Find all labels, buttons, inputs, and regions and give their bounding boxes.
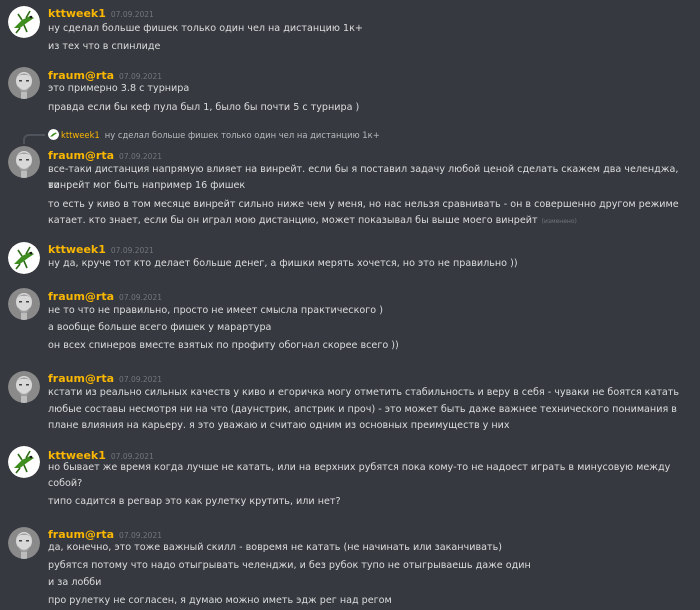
- message-text: ну сделал больше фишек только один чел н…: [48, 23, 363, 34]
- grasshopper-avatar-icon[interactable]: [8, 446, 40, 478]
- grasshopper-avatar-icon[interactable]: [8, 242, 40, 274]
- message-text: кстати из реально сильных качеств у киво…: [48, 387, 680, 398]
- message-timestamp: 07.09.2021: [119, 72, 162, 81]
- message-author[interactable]: fraum@rta: [48, 372, 114, 385]
- message-text: ну да, круче тот кто делает больше денег…: [48, 258, 518, 269]
- message-text: не то что не правильно, просто не имеет …: [48, 305, 383, 316]
- grasshopper-avatar-icon: [48, 129, 59, 140]
- statue-avatar-icon[interactable]: [8, 67, 40, 99]
- message-text: собой?: [48, 478, 83, 489]
- message-text-span: катает. кто знает, если бы он играл мою …: [48, 215, 538, 226]
- message-text: рубятся потому что надо отыгрывать челен…: [48, 560, 531, 571]
- reply-text: ну сделал больше фишек только один чел н…: [104, 130, 380, 140]
- message-text: любые составы несмотря ни на что (даунст…: [48, 404, 677, 415]
- message-text: но бывает же время когда лучше не катать…: [48, 462, 671, 473]
- message-text: из тех что в спинлиде: [48, 41, 161, 52]
- message-text: правда если бы кеф пула был 1, было бы п…: [48, 102, 360, 113]
- message-text: он всех спинеров вместе взятых по профит…: [48, 340, 399, 351]
- grasshopper-avatar-icon[interactable]: [8, 6, 40, 38]
- statue-avatar-icon[interactable]: [8, 371, 40, 403]
- message-text: катает. кто знает, если бы он играл мою …: [48, 213, 688, 230]
- message-timestamp: 07.09.2021: [119, 531, 162, 540]
- chat-messages: kttweek1 07.09.2021 ну сделал больше фише…: [0, 0, 700, 610]
- message-text: винрейт мог быть например 16 фишек: [48, 180, 246, 191]
- message-text: плане влияния на карьеру. я это уважаю и…: [48, 420, 510, 431]
- statue-avatar-icon[interactable]: [8, 288, 40, 320]
- message-timestamp: 07.09.2021: [119, 375, 162, 384]
- statue-avatar-icon[interactable]: [8, 146, 40, 178]
- reply-preview[interactable]: kttweek1 ну сделал больше фишек только од…: [48, 128, 380, 142]
- message-author[interactable]: fraum@rta: [48, 290, 114, 303]
- message-author[interactable]: fraum@rta: [48, 149, 114, 162]
- reply-connector: [23, 134, 45, 144]
- message-timestamp: 07.09.2021: [110, 246, 154, 255]
- message-text: то есть у киво в том месяце винрейт силь…: [48, 199, 679, 210]
- message-text: это примерно 3.8 с турнира: [48, 83, 190, 94]
- message-author[interactable]: kttweek1: [48, 243, 106, 256]
- message-author[interactable]: kttweek1: [48, 7, 106, 20]
- message-text: типо садится в регвар это как рулетку кр…: [48, 496, 341, 507]
- message-timestamp: 07.09.2021: [119, 293, 162, 302]
- message-text: про рулетку не согласен, я думаю можно и…: [48, 595, 392, 606]
- edited-label: (изменено): [541, 218, 577, 225]
- reply-author[interactable]: kttweek1: [61, 130, 100, 140]
- message-text: да, конечно, это тоже важный скилл - вов…: [48, 542, 502, 553]
- message-timestamp: 07.09.2021: [119, 152, 162, 161]
- message-text: а вообще больше всего фишек у марартура: [48, 322, 272, 333]
- message-timestamp: 07.09.2021: [110, 10, 154, 19]
- message-text: и за лобби: [48, 577, 102, 588]
- statue-avatar-icon[interactable]: [8, 527, 40, 559]
